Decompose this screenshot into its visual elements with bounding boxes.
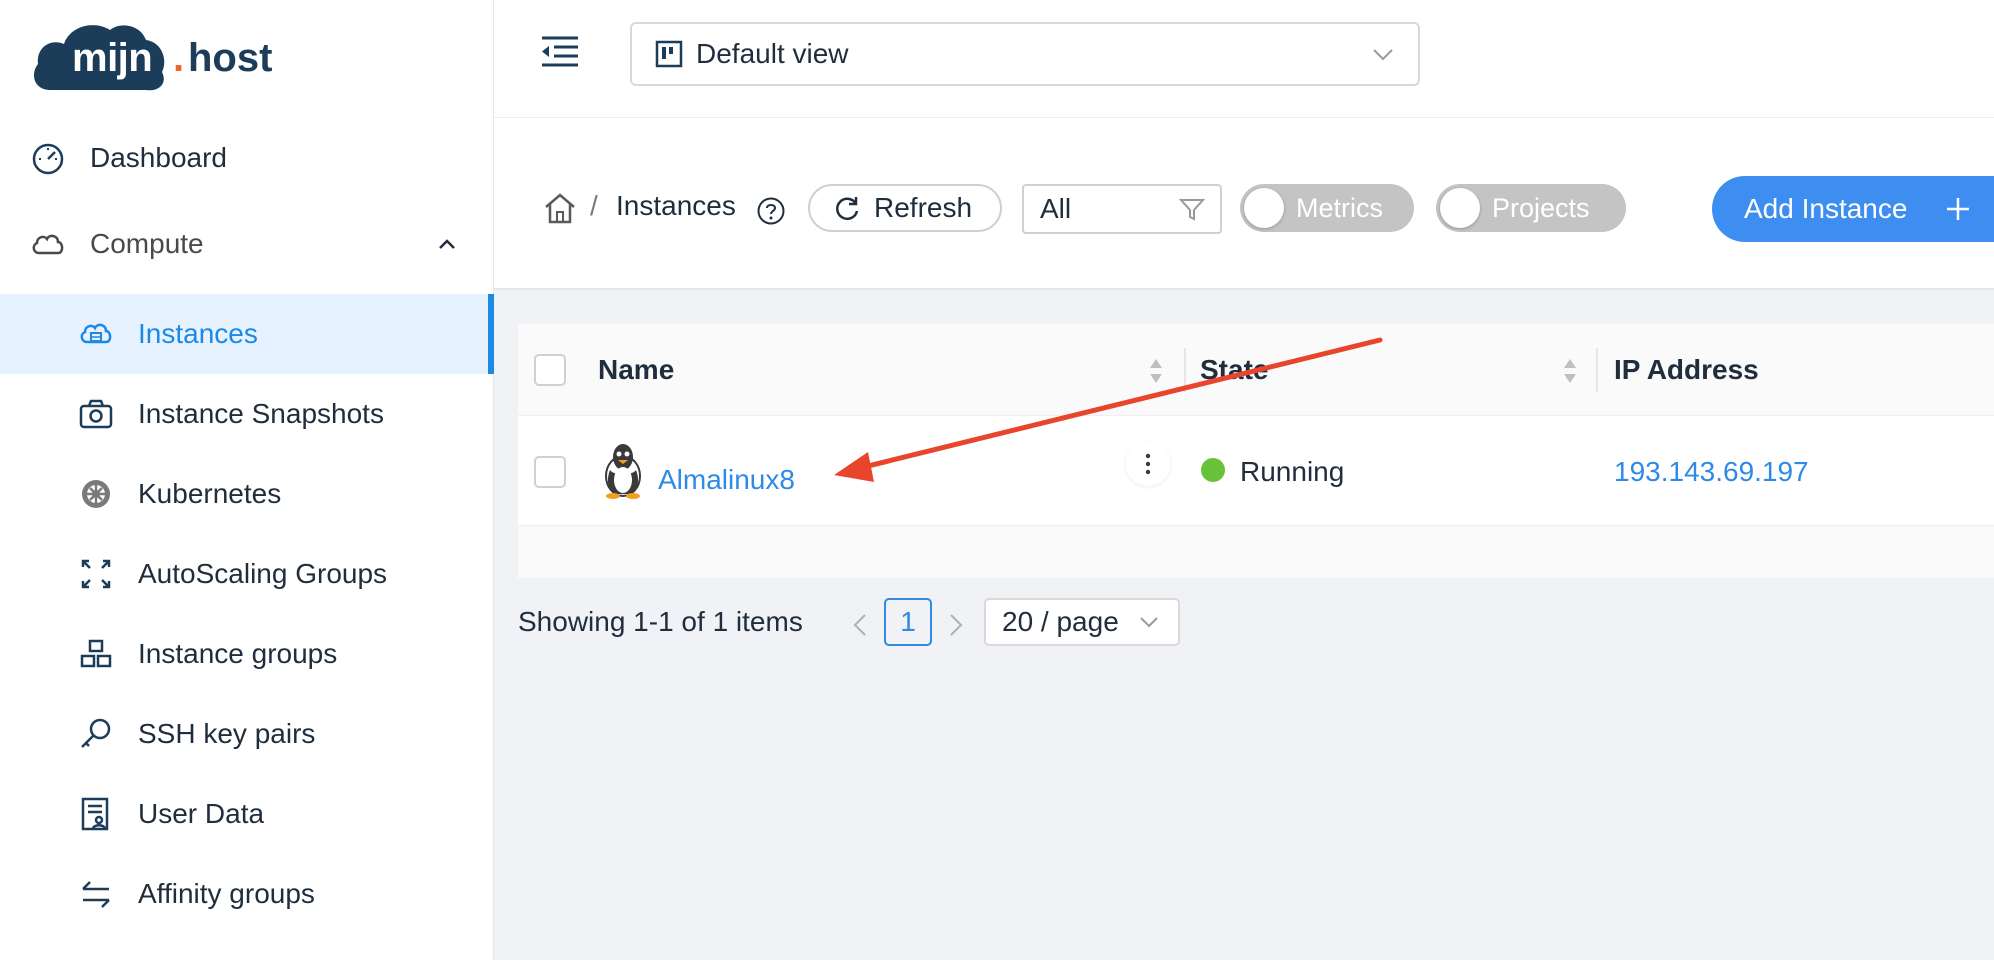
sidebar-item-affinity-groups[interactable]: Affinity groups (0, 854, 494, 934)
instance-ip-link[interactable]: 193.143.69.197 (1614, 456, 1809, 488)
sidebar: mijn . host Dashboard Compute Instances (0, 0, 494, 960)
instances-table: Name State IP Address Almalinux8 Running… (518, 324, 1994, 578)
toggle-knob (1244, 188, 1284, 228)
sidebar-item-label: Dashboard (90, 142, 227, 173)
key-icon (81, 718, 111, 748)
column-header-name[interactable]: Name (598, 354, 674, 386)
sort-icon[interactable] (1148, 356, 1164, 386)
sidebar-item-label: SSH key pairs (138, 718, 316, 749)
swap-arrows-icon (82, 881, 110, 908)
add-instance-button[interactable]: Add Instance (1712, 176, 1994, 242)
filter-select[interactable]: All (1022, 184, 1222, 234)
page-size-value: 20 / page (1002, 606, 1119, 637)
view-selector-value: Default view (696, 38, 849, 69)
more-vertical-icon (1145, 453, 1151, 475)
helm-wheel-icon (82, 480, 110, 508)
sidebar-item-label: Instance groups (138, 638, 338, 669)
sidebar-item-kubernetes[interactable]: Kubernetes (0, 454, 494, 534)
help-icon[interactable] (756, 196, 786, 226)
toolbar: / Instances Refresh All Metrics Projects… (494, 118, 1994, 290)
instance-name-link[interactable]: Almalinux8 (658, 464, 795, 496)
refresh-icon (836, 197, 859, 221)
add-instance-label: Add Instance (1744, 193, 1908, 224)
row-actions-button[interactable] (1126, 442, 1170, 486)
top-bar: Default view (494, 0, 1994, 118)
sidebar-item-instance-snapshots[interactable]: Instance Snapshots (0, 374, 494, 454)
cluster-icon (80, 639, 112, 668)
refresh-button[interactable]: Refresh (808, 184, 1002, 232)
sidebar-item-label: Kubernetes (138, 478, 282, 509)
metrics-toggle[interactable]: Metrics (1240, 184, 1414, 232)
sidebar-item-user-data[interactable]: User Data (0, 774, 494, 854)
sidebar-item-autoscaling-groups[interactable]: AutoScaling Groups (0, 534, 494, 614)
row-checkbox[interactable] (534, 456, 566, 488)
brand-logo[interactable]: mijn . host (28, 16, 272, 96)
linux-penguin-icon (605, 444, 641, 499)
sidebar-item-label: AutoScaling Groups (138, 558, 388, 589)
chevron-left-icon[interactable] (850, 612, 870, 638)
refresh-label: Refresh (874, 192, 973, 223)
sidebar-item-label: Instance Snapshots (138, 398, 384, 429)
sidebar-item-dashboard[interactable]: Dashboard (0, 118, 494, 198)
chevron-down-icon (1140, 617, 1158, 628)
view-selector[interactable]: Default view (630, 22, 1420, 86)
sidebar-item-label: User Data (138, 798, 265, 829)
toggle-knob (1440, 188, 1480, 228)
table-header: Name State IP Address (518, 324, 1994, 416)
projects-label: Projects (1492, 192, 1590, 223)
sidebar-item-label: Affinity groups (138, 878, 315, 909)
pagination-page-current[interactable]: 1 (884, 598, 932, 646)
sidebar-item-label: Compute (90, 228, 204, 259)
brand-name: mijn (72, 36, 153, 80)
column-header-state[interactable]: State (1200, 354, 1268, 386)
brand-dot: . (173, 36, 185, 80)
column-divider (1596, 348, 1598, 392)
pagination-summary: Showing 1-1 of 1 items (518, 606, 803, 637)
sidebar-item-instance-groups[interactable]: Instance groups (0, 614, 494, 694)
dashboard-gauge-icon (32, 143, 64, 175)
board-view-icon (655, 40, 683, 68)
instance-state: Running (1240, 456, 1345, 487)
sidebar-item-label: Instances (138, 318, 258, 349)
home-icon[interactable] (542, 190, 578, 226)
camera-icon (79, 399, 113, 429)
column-divider (1184, 348, 1186, 392)
metrics-label: Metrics (1296, 192, 1383, 223)
chevron-up-icon[interactable] (436, 233, 458, 255)
projects-toggle[interactable]: Projects (1436, 184, 1626, 232)
plus-icon (1947, 198, 1969, 220)
status-running-dot (1201, 458, 1225, 482)
table-footer-space (518, 526, 1994, 578)
brand-suffix: host (188, 36, 273, 80)
column-header-ip-address[interactable]: IP Address (1614, 354, 1759, 386)
sidebar-item-compute[interactable]: Compute (0, 204, 494, 284)
chevron-right-icon[interactable] (946, 612, 966, 638)
breadcrumb-current: Instances (616, 190, 736, 221)
select-all-checkbox[interactable] (534, 354, 566, 386)
table-row: Almalinux8 Running 193.143.69.197 (518, 416, 1994, 526)
cloud-server-icon (80, 323, 112, 344)
sort-icon[interactable] (1562, 356, 1578, 386)
chevron-down-icon (1373, 49, 1393, 61)
sidebar-item-ssh-key-pairs[interactable]: SSH key pairs (0, 694, 494, 774)
breadcrumb-separator: / (590, 190, 598, 221)
sidebar-item-instances[interactable]: Instances (0, 294, 494, 374)
expand-arrows-icon (81, 559, 111, 589)
filter-value: All (1040, 193, 1072, 224)
collapse-menu-icon[interactable] (540, 34, 580, 70)
filter-funnel-icon (1178, 199, 1206, 221)
cloud-icon (32, 234, 64, 255)
page-size-select[interactable]: 20 / page (984, 598, 1180, 646)
user-document-icon (81, 797, 109, 831)
